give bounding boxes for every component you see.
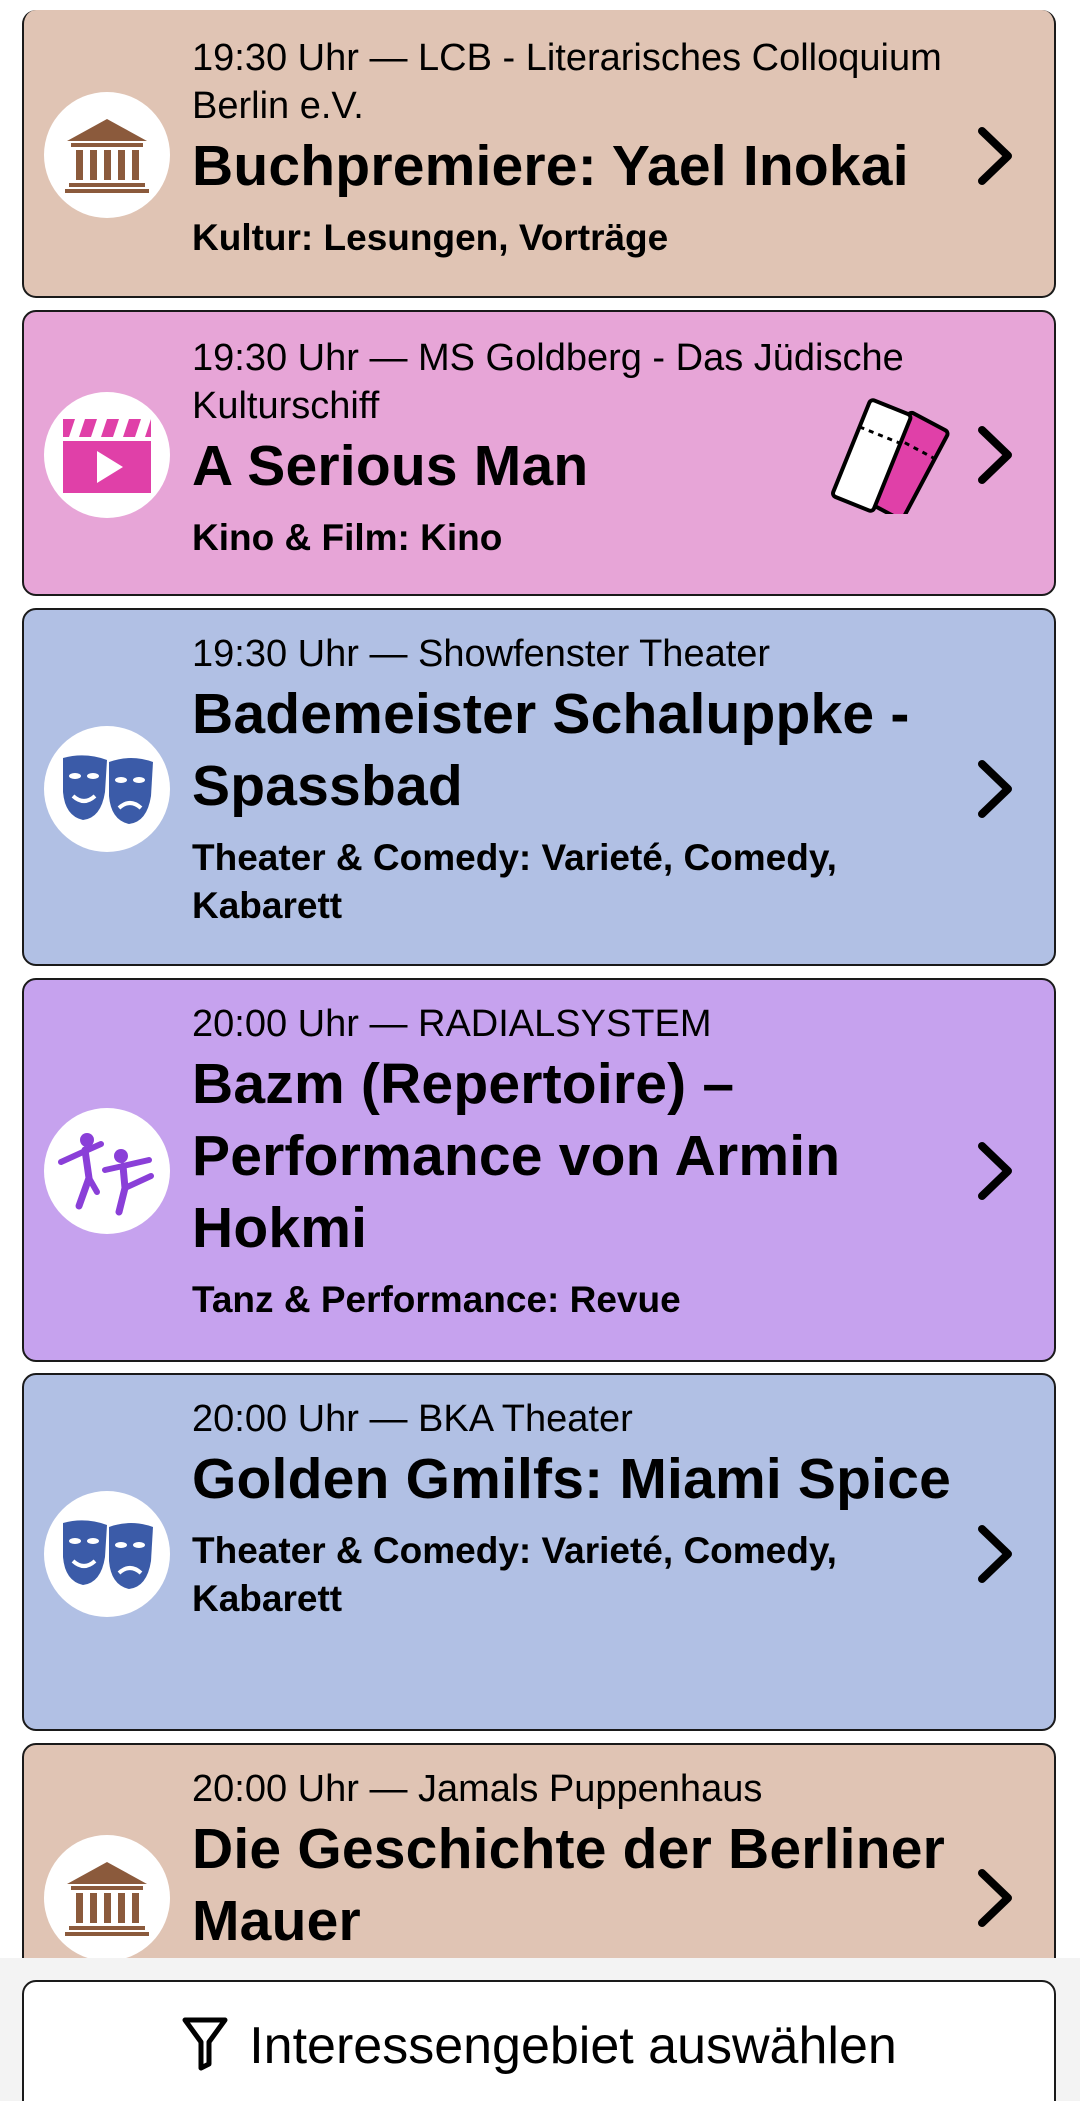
event-category: Theater & Comedy: Varieté, Comedy, Kabar… xyxy=(192,1530,837,1619)
museum-icon xyxy=(44,92,170,218)
chevron-right-icon xyxy=(978,760,1012,818)
event-time-venue: 19:30 Uhr — LCB - Literarisches Colloqui… xyxy=(192,37,942,127)
footer-bar: Interessengebiet auswählen xyxy=(0,1958,1080,2101)
chevron-right-icon xyxy=(978,1142,1012,1200)
theater-masks-icon xyxy=(44,726,170,852)
event-card-bademeister[interactable]: 19:30 Uhr — Showfenster Theater Bademeis… xyxy=(22,608,1056,966)
chevron-right-icon xyxy=(978,426,1012,484)
film-clapper-icon xyxy=(44,392,170,518)
event-category: Kino & Film: Kino xyxy=(192,517,503,558)
chevron-right-icon xyxy=(978,127,1012,185)
event-text: 19:30 Uhr — LCB - Literarisches Colloqui… xyxy=(192,34,952,262)
event-title: Bazm (Repertoire) – Performance von Armi… xyxy=(192,1052,841,1260)
event-title: Die Geschichte der Berliner Mauer xyxy=(192,1817,946,1953)
event-time-venue: 20:00 Uhr — Jamals Puppenhaus xyxy=(192,1768,763,1810)
dancers-icon xyxy=(44,1108,170,1234)
chevron-right-icon xyxy=(978,1525,1012,1583)
event-text: 20:00 Uhr — Jamals Puppenhaus Die Geschi… xyxy=(192,1765,952,1969)
ticket-icon xyxy=(831,398,950,514)
event-category: Kultur: Lesungen, Vorträge xyxy=(192,217,669,258)
event-card-buchpremiere[interactable]: 19:30 Uhr — LCB - Literarisches Colloqui… xyxy=(22,10,1056,298)
event-title: Bademeister Schaluppke - Spassbad xyxy=(192,682,910,818)
filter-icon xyxy=(182,2017,228,2071)
filter-button-label: Interessengebiet auswählen xyxy=(249,2017,897,2075)
event-text: 20:00 Uhr — RADIALSYSTEM Bazm (Repertoir… xyxy=(192,1000,952,1324)
filter-interest-button[interactable]: Interessengebiet auswählen xyxy=(22,1980,1056,2101)
event-text: 19:30 Uhr — Showfenster Theater Bademeis… xyxy=(192,630,952,930)
event-time-venue: 20:00 Uhr — BKA Theater xyxy=(192,1398,633,1440)
event-card-a-serious-man[interactable]: 19:30 Uhr — MS Goldberg - Das Jüdische K… xyxy=(22,310,1056,596)
chevron-right-icon xyxy=(978,1869,1012,1927)
event-card-bazm[interactable]: 20:00 Uhr — RADIALSYSTEM Bazm (Repertoir… xyxy=(22,978,1056,1362)
event-category: Theater & Comedy: Varieté, Comedy, Kabar… xyxy=(192,837,837,926)
event-list-screen: 19:30 Uhr — LCB - Literarisches Colloqui… xyxy=(0,0,1080,2101)
event-card-golden-gmilfs[interactable]: 20:00 Uhr — BKA Theater Golden Gmilfs: M… xyxy=(22,1373,1056,1731)
event-time-venue: 19:30 Uhr — Showfenster Theater xyxy=(192,633,771,675)
event-title: Buchpremiere: Yael Inokai xyxy=(192,134,909,198)
museum-icon xyxy=(44,1835,170,1961)
theater-masks-icon xyxy=(44,1491,170,1617)
event-text: 20:00 Uhr — BKA Theater Golden Gmilfs: M… xyxy=(192,1395,952,1623)
event-category: Tanz & Performance: Revue xyxy=(192,1279,681,1320)
event-time-venue: 20:00 Uhr — RADIALSYSTEM xyxy=(192,1003,712,1045)
event-title: Golden Gmilfs: Miami Spice xyxy=(192,1447,952,1511)
